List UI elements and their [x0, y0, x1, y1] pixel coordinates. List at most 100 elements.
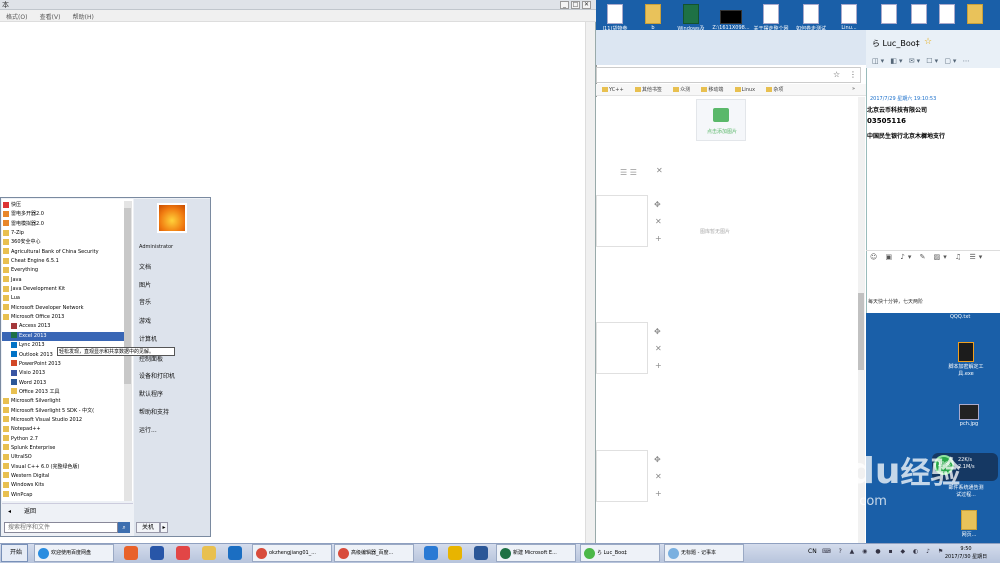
program-item[interactable]: Microsoft Developer Network — [2, 304, 124, 313]
bookmark-more[interactable]: » — [852, 86, 855, 92]
bookmark-item[interactable]: 杂项 — [766, 86, 783, 93]
program-item[interactable]: Java — [2, 276, 124, 285]
program-item[interactable]: Office 2013 工具 — [2, 388, 124, 397]
program-item[interactable]: Western Digital — [2, 472, 124, 481]
program-item[interactable]: 7-Zip — [2, 229, 124, 238]
address-bar[interactable]: ☆ ⋮ — [596, 67, 861, 83]
desktop-icon-folder[interactable]: b — [634, 4, 672, 31]
start-right-item[interactable]: 默认程序 — [139, 389, 163, 398]
start-right-item[interactable]: Administrator — [139, 244, 173, 250]
app-icon[interactable] — [448, 546, 462, 560]
start-right-item[interactable]: 音乐 — [139, 297, 151, 306]
desktop-icon-exe[interactable]: 脚本加密解定工具.exe — [947, 342, 985, 377]
program-item[interactable]: WinPcap — [2, 491, 124, 500]
list-icon[interactable]: ☰ ☰ — [620, 168, 637, 177]
program-item[interactable]: Visio 2013 — [2, 369, 124, 378]
bookmark-item[interactable]: Linux — [734, 87, 755, 93]
taskbar-item[interactable]: 新建 Microsoft E... — [496, 544, 576, 562]
delete-icon[interactable]: ✕ — [655, 472, 662, 481]
start-right-item[interactable]: 游戏 — [139, 316, 151, 325]
bookmark-item[interactable]: YC++ — [602, 87, 624, 93]
program-item[interactable]: Everything — [2, 266, 124, 275]
search-icon[interactable]: ⌕ — [118, 522, 130, 533]
text-block[interactable] — [596, 195, 648, 247]
program-item[interactable]: Notepad++ — [2, 425, 124, 434]
desktop-icon-folder-b[interactable] — [956, 4, 994, 25]
program-item[interactable]: Splunk Enterprise — [2, 444, 124, 453]
move-icon[interactable]: ✥ — [654, 327, 661, 336]
minimize-button[interactable]: _ — [560, 1, 569, 9]
language-indicator[interactable]: CN — [808, 548, 817, 555]
move-icon[interactable]: ✥ — [654, 200, 661, 209]
program-item[interactable]: Microsoft Silverlight — [2, 397, 124, 406]
start-right-item[interactable]: 文档 — [139, 262, 151, 271]
program-item[interactable]: 雷电模拟器2.0 — [2, 220, 124, 229]
notepad-scrollbar[interactable] — [585, 22, 595, 543]
start-button[interactable]: 开始 — [1, 544, 28, 562]
start-right-item[interactable]: 图片 — [139, 280, 151, 289]
program-item[interactable]: Java Development Kit — [2, 285, 124, 294]
emoji-icon[interactable]: ☺ ▣ ♪▾ ✎ ▨▾ ♫ ☰▾ — [870, 253, 985, 261]
program-item[interactable]: 360安全中心 — [2, 238, 124, 247]
word-icon[interactable] — [474, 546, 488, 560]
program-item[interactable]: Microsoft Silverlight 5 SDK - 中文( — [2, 407, 124, 416]
move-icon[interactable]: ✥ — [654, 455, 661, 464]
program-item[interactable]: PowerPoint 2013 — [2, 360, 124, 369]
shutdown-options-button[interactable]: ▸ — [160, 522, 168, 533]
add-icon[interactable]: + — [655, 234, 662, 243]
program-item[interactable]: Agricultural Bank of China Security — [2, 248, 124, 257]
explorer-icon[interactable] — [202, 546, 216, 560]
start-right-item[interactable]: 帮助和支持 — [139, 407, 169, 416]
delete-icon[interactable]: ✕ — [655, 217, 662, 226]
bookmark-item[interactable]: 移动端 — [701, 86, 723, 93]
add-image-box[interactable]: 点击添加图片 — [696, 99, 746, 141]
add-icon[interactable]: + — [655, 361, 662, 370]
program-item[interactable]: 雷电多开器2.0 — [2, 210, 124, 219]
taskbar-item[interactable]: okzhengjiang01_... — [252, 544, 332, 562]
program-item[interactable]: Windows Kits — [2, 481, 124, 490]
program-item[interactable]: Microsoft Visual Studio 2012 — [2, 416, 124, 425]
start-right-item[interactable]: 计算机 — [139, 334, 157, 343]
program-item[interactable]: Cheat Engine 6.5.1 — [2, 257, 124, 266]
taskbar-item[interactable]: 欢迎使用百度网盘 — [34, 544, 114, 562]
browser-scroll-thumb[interactable] — [858, 293, 864, 370]
user-avatar[interactable] — [157, 203, 187, 233]
start-search[interactable] — [4, 522, 118, 533]
delete-icon[interactable]: ✕ — [655, 344, 662, 353]
close-icon[interactable]: ✕ — [656, 166, 663, 175]
maximize-button[interactable]: □ — [571, 1, 580, 9]
qq-header[interactable]: ら Luc_Boo‡ ☆ ◫▾ ◧▾ ✉▾ ☐▾ ▢▾ ⋯ — [866, 30, 1000, 68]
bookmark-item[interactable]: 众测 — [673, 86, 690, 93]
desktop-icon-jpg[interactable]: pch.jpg — [950, 404, 988, 427]
taskbar-item[interactable]: 无标题 - 记事本 — [664, 544, 744, 562]
qq-file[interactable]: QQQ.txt — [950, 314, 970, 320]
programs-scroll-thumb[interactable] — [124, 208, 131, 384]
qq-toolbar-icons[interactable]: ◫▾ ◧▾ ✉▾ ☐▾ ▢▾ ⋯ — [872, 57, 972, 65]
search-input[interactable] — [5, 523, 117, 532]
notepad-titlebar[interactable]: 本 _ □ ✕ — [0, 0, 596, 10]
back-button[interactable]: ◂ 返回 — [2, 503, 133, 519]
ie-icon[interactable] — [424, 546, 438, 560]
text-block[interactable] — [596, 322, 648, 374]
start-right-item[interactable]: 运行... — [139, 425, 157, 434]
program-item[interactable]: Python 2.7 — [2, 435, 124, 444]
browser-tabstrip[interactable] — [596, 30, 866, 65]
add-icon[interactable]: + — [655, 489, 662, 498]
more-icon[interactable]: ⋮ — [849, 70, 857, 79]
tray-icons[interactable]: ⌨ ? ▲ ◉ ● ▪ ◆ ◐ ♪ ⚑ — [822, 548, 946, 555]
app-icon[interactable] — [150, 546, 164, 560]
program-item[interactable]: Microsoft Office 2013 — [2, 313, 124, 322]
bookmark-item[interactable]: 其他书签 — [634, 86, 662, 93]
desktop-icon-linux[interactable]: Linu... — [830, 4, 868, 31]
menu-help[interactable]: 帮助(H) — [73, 12, 94, 21]
text-block[interactable] — [596, 450, 648, 502]
menu-format[interactable]: 格式(O) — [6, 12, 27, 21]
program-item[interactable]: Excel 2013 — [2, 331, 124, 342]
program-item[interactable]: Lua — [2, 294, 124, 303]
outlook-icon[interactable] — [228, 546, 242, 560]
program-item[interactable]: Visual C++ 6.0 (完整绿色版) — [2, 463, 124, 472]
qq-input-toolbar[interactable]: ☺ ▣ ♪▾ ✎ ▨▾ ♫ ☰▾ — [866, 250, 1000, 264]
program-item[interactable]: Word 2013 — [2, 379, 124, 388]
shutdown-button[interactable]: 关机 — [136, 522, 160, 533]
start-right-item[interactable]: 设备和打印机 — [139, 371, 175, 380]
